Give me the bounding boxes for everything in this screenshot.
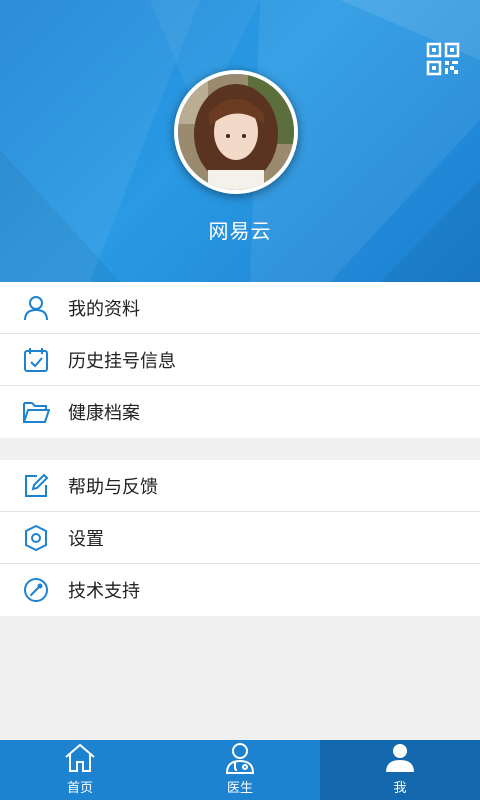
menu-label: 历史挂号信息: [68, 350, 176, 372]
user-icon: [22, 294, 50, 322]
tab-label: 医生: [226, 781, 253, 796]
qr-code-button[interactable]: [426, 42, 460, 76]
compass-icon: [22, 576, 50, 604]
tab-label: 首页: [66, 781, 93, 796]
tab-home[interactable]: 首页: [0, 740, 160, 800]
menu-group-profile: 我的资料 历史挂号信息 健康档案: [0, 282, 480, 438]
menu-item-health-records[interactable]: 健康档案: [0, 386, 480, 438]
tab-doctor[interactable]: 医生: [160, 740, 320, 800]
menu-label: 我的资料: [68, 298, 140, 320]
menu-group-support: 帮助与反馈 设置 技术支持: [0, 460, 480, 616]
menu-item-tech-support[interactable]: 技术支持: [0, 564, 480, 616]
home-icon: [63, 741, 97, 775]
menu-item-registration-history[interactable]: 历史挂号信息: [0, 334, 480, 386]
qr-code-icon: [426, 42, 460, 76]
avatar[interactable]: [174, 70, 298, 194]
tab-label: 我: [393, 781, 407, 796]
tab-me[interactable]: 我: [320, 740, 480, 800]
profile-header: 网易云: [0, 0, 480, 282]
menu-label: 技术支持: [68, 581, 140, 602]
bottom-tab-bar: 首页 医生 我: [0, 740, 480, 800]
menu-item-settings[interactable]: 设置: [0, 512, 480, 564]
edit-icon: [22, 472, 50, 500]
menu-label: 设置: [68, 528, 104, 550]
user-avatar-photo: [178, 74, 294, 190]
menu-item-my-profile[interactable]: 我的资料: [0, 282, 480, 334]
calendar-check-icon: [22, 346, 50, 374]
username: 网易云: [208, 219, 272, 243]
person-icon: [383, 741, 417, 775]
folder-icon: [22, 398, 50, 426]
menu-label: 帮助与反馈: [68, 476, 158, 498]
menu-label: 健康档案: [68, 403, 140, 424]
gear-icon: [22, 524, 50, 552]
menu-item-help-feedback[interactable]: 帮助与反馈: [0, 460, 480, 512]
doctor-icon: [223, 741, 257, 775]
